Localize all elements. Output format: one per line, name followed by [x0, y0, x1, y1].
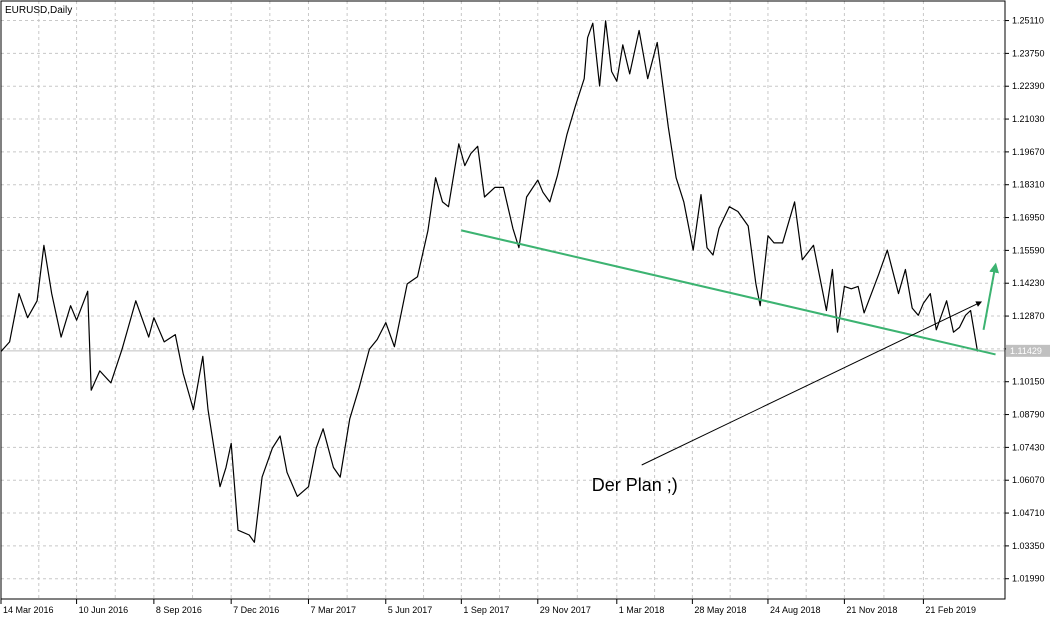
y-tick-label: 1.07430: [1012, 442, 1045, 452]
x-tick-label: 14 Mar 2016: [3, 605, 54, 615]
x-tick-label: 28 May 2018: [694, 605, 746, 615]
y-tick-label: 1.01990: [1012, 574, 1045, 584]
y-tick-label: 1.06070: [1012, 475, 1045, 485]
chart-background: [0, 0, 1057, 622]
y-tick-label: 1.16950: [1012, 213, 1045, 223]
x-tick-label: 5 Jun 2017: [388, 605, 433, 615]
annotation-text[interactable]: Der Plan ;): [592, 475, 678, 495]
x-tick-label: 7 Dec 2016: [233, 605, 279, 615]
x-tick-label: 10 Jun 2016: [79, 605, 129, 615]
y-tick-label: 1.18310: [1012, 180, 1045, 190]
x-tick-label: 24 Aug 2018: [770, 605, 821, 615]
price-chart: Der Plan ;) 1.25110 1.23750 1.22390 1.21030…: [0, 0, 1057, 622]
x-tick-label: 21 Feb 2019: [925, 605, 976, 615]
x-tick-label: 29 Nov 2017: [540, 605, 591, 615]
y-tick-label: 1.10150: [1012, 377, 1045, 387]
current-price-label: 1.11429: [1010, 346, 1042, 356]
y-tick-label: 1.03350: [1012, 541, 1045, 551]
y-tick-label: 1.12870: [1012, 311, 1045, 321]
x-tick-label: 1 Mar 2018: [619, 605, 665, 615]
y-tick-label: 1.25110: [1012, 16, 1044, 26]
y-tick-label: 1.15590: [1012, 245, 1045, 255]
x-tick-label: 8 Sep 2016: [156, 605, 202, 615]
y-tick-label: 1.19670: [1012, 147, 1045, 157]
y-tick-label: 1.04710: [1012, 508, 1045, 518]
x-tick-label: 21 Nov 2018: [846, 605, 897, 615]
chart-window: Der Plan ;) 1.25110 1.23750 1.22390 1.21030…: [0, 0, 1057, 622]
y-tick-label: 1.21030: [1012, 114, 1045, 124]
x-tick-label: 7 Mar 2017: [310, 605, 356, 615]
y-tick-label: 1.22390: [1012, 81, 1045, 91]
y-tick-label: 1.23750: [1012, 48, 1045, 58]
y-tick-label: 1.08790: [1012, 410, 1045, 420]
x-tick-label: 1 Sep 2017: [463, 605, 509, 615]
y-tick-label: 1.14230: [1012, 278, 1045, 288]
chart-title: EURUSD,Daily: [5, 5, 72, 16]
